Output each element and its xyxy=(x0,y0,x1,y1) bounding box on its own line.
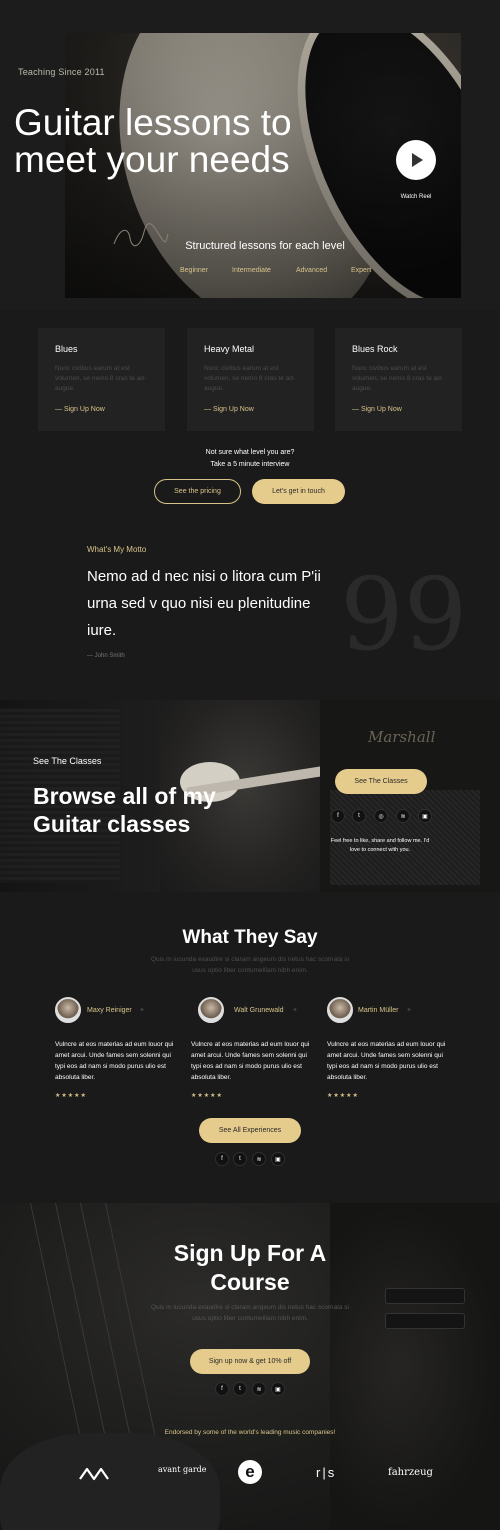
rating-stars: ★★★★★ xyxy=(55,1093,87,1099)
spotify-icon[interactable]: ≋ xyxy=(252,1152,266,1166)
hero-title: Guitar lessons to meet your needs xyxy=(14,102,292,180)
level-link-beginner[interactable]: Beginner xyxy=(180,267,208,274)
quote-mark-icon: 99 xyxy=(340,556,468,673)
avatar xyxy=(327,997,353,1023)
card-signup-link[interactable]: — Sign Up Now xyxy=(55,406,105,413)
e-logo: e xyxy=(238,1460,262,1484)
wave-logo xyxy=(79,1467,109,1481)
signup-subtitle: Quis m iucunda exaudire si claram angeum… xyxy=(151,1304,349,1322)
facebook-icon[interactable]: f xyxy=(331,809,345,823)
spotify-icon[interactable]: ≋ xyxy=(396,809,410,823)
card-title: Heavy Metal xyxy=(204,344,255,354)
level-link-expert[interactable]: Expert xyxy=(351,267,371,274)
see-classes-label: See The Classes xyxy=(33,756,102,766)
motto-author: — John Smith xyxy=(87,653,125,659)
motto-quote: Nemo ad d nec nisi o litora cum P'ii urn… xyxy=(87,568,321,639)
level-link-intermediate[interactable]: Intermediate xyxy=(232,267,271,274)
testimonial-text: Vulncre at eos materias ad eum louor qui… xyxy=(191,1041,310,1081)
twitter-icon[interactable]: t xyxy=(233,1382,247,1396)
pickup-shape xyxy=(385,1313,465,1329)
testimonials-title: What They Say xyxy=(182,927,318,948)
level-card: Blues Nunc civibus earum at est volumen,… xyxy=(38,328,165,431)
browse-classes-title: Browse all of my Guitar classes xyxy=(33,783,216,837)
rating-stars: ★★★★★ xyxy=(327,1093,359,1099)
signup-title: Sign Up For A Course xyxy=(173,1240,327,1295)
testimonial-name: Maxy Reiniger xyxy=(87,1007,132,1014)
bandcamp-icon[interactable]: ▣ xyxy=(271,1152,285,1166)
avant-garde-logo: avant garde xyxy=(158,1465,207,1474)
card-description: Nunc civibus earum at est volumen, se ne… xyxy=(55,365,147,392)
signup-discount-button[interactable]: Sign up now & get 10% off xyxy=(190,1349,310,1374)
bass-body-shape xyxy=(0,1433,220,1530)
connect-note: Feel free to like, share and follow me. … xyxy=(330,838,430,853)
card-description: Nunc civibus earum at est volumen, se ne… xyxy=(204,365,296,392)
play-icon xyxy=(412,153,423,167)
watch-reel-label: Watch Reel xyxy=(400,194,432,200)
avatar xyxy=(55,997,81,1023)
testimonial-name: Martin Müller xyxy=(358,1007,399,1014)
motto-label: What's My Motto xyxy=(87,545,147,554)
rating-stars: ★★★★★ xyxy=(191,1093,223,1099)
card-description: Nunc civibus earum at est volumen, se ne… xyxy=(352,365,444,392)
twitter-icon[interactable]: t xyxy=(233,1152,247,1166)
interview-line-2: Take a 5 minute interview xyxy=(210,461,290,468)
bandcamp-icon[interactable]: ▣ xyxy=(271,1382,285,1396)
level-card: Heavy Metal Nunc civibus earum at est vo… xyxy=(187,328,314,431)
card-signup-link[interactable]: — Sign Up Now xyxy=(352,406,402,413)
twitter-icon[interactable]: ✦ xyxy=(292,1006,298,1014)
facebook-icon[interactable]: f xyxy=(215,1152,229,1166)
structured-lessons-heading: Structured lessons for each level xyxy=(185,240,345,252)
card-title: Blues xyxy=(55,344,78,354)
testimonials-subtitle: Quis m iucunda exaudire si claram angeum… xyxy=(151,956,349,974)
avatar xyxy=(198,997,224,1023)
twitter-icon[interactable]: ✦ xyxy=(139,1006,145,1014)
level-link-advanced[interactable]: Advanced xyxy=(296,267,327,274)
level-card: Blues Rock Nunc civibus earum at est vol… xyxy=(335,328,462,431)
interview-prompt: Not sure what level you are? Take a 5 mi… xyxy=(150,447,350,471)
pickup-shape xyxy=(385,1288,465,1304)
twitter-icon[interactable]: t xyxy=(352,809,366,823)
rs-logo: r|s xyxy=(316,1465,337,1480)
testimonial-name: Walt Grunewald xyxy=(234,1007,284,1014)
endorsed-text: Endorsed by some of the world's leading … xyxy=(164,1429,336,1436)
get-in-touch-button[interactable]: Let's get in touch xyxy=(252,479,345,504)
testimonial-text: Vulncre at eos materias ad eum louor qui… xyxy=(55,1041,174,1081)
card-title: Blues Rock xyxy=(352,344,398,354)
see-pricing-button[interactable]: See the pricing xyxy=(154,479,241,504)
fahrzeug-logo: fahrzeug xyxy=(388,1467,433,1478)
spotify-icon[interactable]: ≋ xyxy=(252,1382,266,1396)
play-reel-button[interactable] xyxy=(396,140,436,180)
testimonial-text: Vulncre at eos materias ad eum louor qui… xyxy=(327,1041,446,1081)
bandcamp-icon[interactable]: ▣ xyxy=(418,809,432,823)
see-all-experiences-button[interactable]: See All Experiences xyxy=(199,1118,301,1143)
amp-brand-logo: Marshall xyxy=(368,728,436,746)
interview-line-1: Not sure what level you are? xyxy=(205,449,295,456)
twitter-icon[interactable]: ✦ xyxy=(406,1006,412,1014)
see-classes-button[interactable]: See The Classes xyxy=(335,769,427,794)
facebook-icon[interactable]: f xyxy=(215,1382,229,1396)
instagram-icon[interactable]: ◎ xyxy=(374,809,388,823)
card-signup-link[interactable]: — Sign Up Now xyxy=(204,406,254,413)
teaching-since-label: Teaching Since 2011 xyxy=(18,67,105,77)
